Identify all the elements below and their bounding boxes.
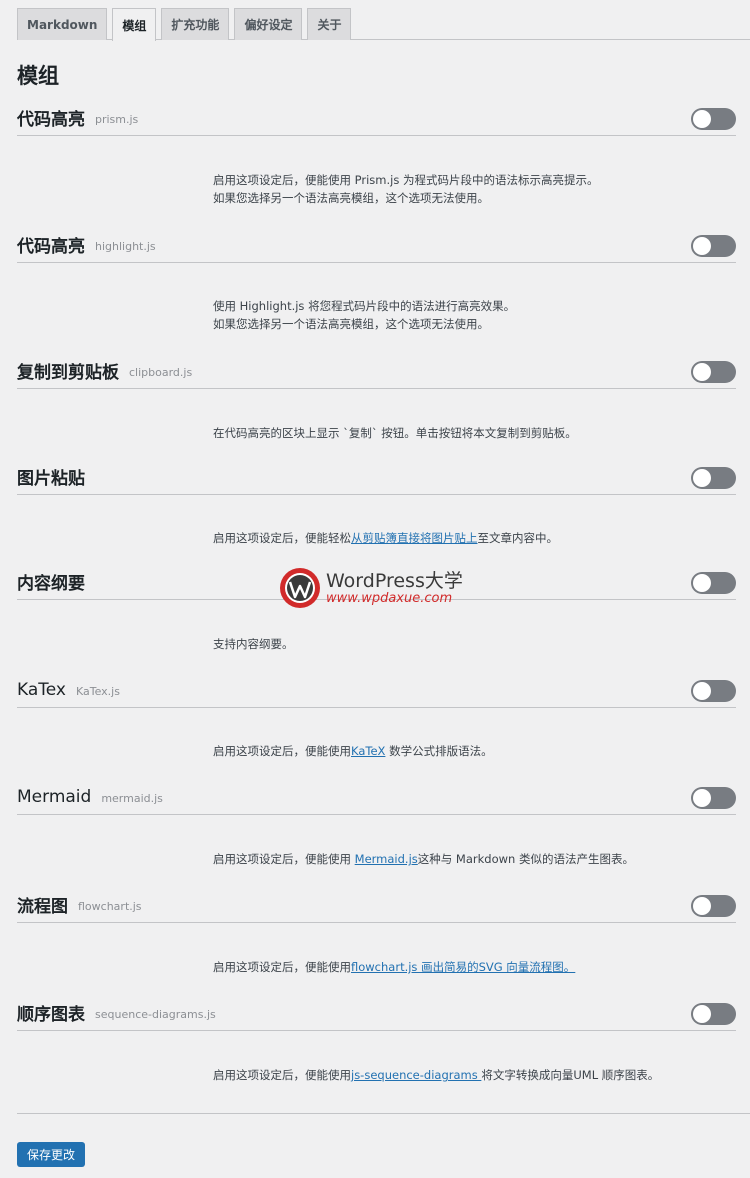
desc-text: 数学公式排版语法。 <box>385 744 493 758</box>
wordpress-logo-icon <box>280 568 320 608</box>
toggle-knob <box>693 237 711 255</box>
desc-link[interactable]: js-sequence-diagrams <box>351 1068 481 1082</box>
sequence-toggle[interactable] <box>691 1003 736 1025</box>
desc-text: 至文章内容中。 <box>477 531 559 545</box>
tab-modules[interactable]: 模组 <box>112 8 157 41</box>
toggle-knob <box>693 363 711 381</box>
desc-link[interactable]: flowchart.js 画出简易的SVG 向量流程图。 <box>351 960 575 974</box>
toggle-knob <box>693 1005 711 1023</box>
module-prism: 代码高亮 prism.js <box>17 100 736 136</box>
section-title: 代码高亮 <box>17 110 85 130</box>
section-header: 图片粘贴 <box>17 459 736 495</box>
section-subtitle: clipboard.js <box>129 366 193 379</box>
section-subtitle: highlight.js <box>95 240 156 253</box>
section-title: 流程图 <box>17 897 68 917</box>
section-title: 代码高亮 <box>17 237 85 257</box>
toggle-knob <box>693 789 711 807</box>
desc-text: 启用这项设定后，便能使用 <box>213 852 355 866</box>
section-header: 代码高亮 highlight.js <box>17 227 736 263</box>
module-sequence: 顺序图表 sequence-diagrams.js <box>17 995 736 1031</box>
module-description: 启用这项设定后，便能使用js-sequence-diagrams 将文字转换成向… <box>213 1066 736 1084</box>
module-katex: KaTex KaTex.js <box>17 672 736 708</box>
section-subtitle: sequence-diagrams.js <box>95 1008 216 1021</box>
desc-line: 在代码高亮的区块上显示 `复制` 按钮。单击按钮将本文复制到剪贴板。 <box>213 426 577 440</box>
module-description: 启用这项设定后，便能使用 Prism.js 为程式码片段中的语法标示高亮提示。 … <box>213 171 736 207</box>
desc-link[interactable]: Mermaid.js <box>355 852 418 866</box>
module-description: 支持内容纲要。 <box>213 635 736 653</box>
watermark-name: WordPress大学 <box>326 570 463 592</box>
module-description: 使用 Highlight.js 将您程式码片段中的语法进行高亮效果。 如果您选择… <box>213 297 736 333</box>
desc-line: 启用这项设定后，便能使用 Prism.js 为程式码片段中的语法标示高亮提示。 <box>213 173 599 187</box>
module-description: 启用这项设定后，便能轻松从剪贴簿直接将图片贴上至文章内容中。 <box>213 529 736 547</box>
section-header: 流程图 flowchart.js <box>17 887 736 923</box>
toggle-knob <box>693 110 711 128</box>
section-title: 图片粘贴 <box>17 469 85 489</box>
section-header: 复制到剪贴板 clipboard.js <box>17 353 736 389</box>
desc-text: 启用这项设定后，便能使用 <box>213 1068 351 1082</box>
section-title: 顺序图表 <box>17 1005 85 1025</box>
module-flowchart: 流程图 flowchart.js <box>17 887 736 923</box>
section-title: Mermaid <box>17 786 92 807</box>
section-subtitle: flowchart.js <box>78 900 142 913</box>
tab-markdown[interactable]: Markdown <box>17 8 108 40</box>
tab-about[interactable]: 关于 <box>307 8 352 40</box>
tab-preferences[interactable]: 偏好设定 <box>234 8 303 40</box>
desc-text: 将文字转换成向量UML 顺序图表。 <box>481 1068 660 1082</box>
toggle-knob <box>693 682 711 700</box>
desc-text: 启用这项设定后，便能使用 <box>213 744 351 758</box>
desc-text: 启用这项设定后，便能轻松 <box>213 531 351 545</box>
section-title: 复制到剪贴板 <box>17 363 119 383</box>
desc-text: 这种与 Markdown 类似的语法产生图表。 <box>417 852 634 866</box>
flowchart-toggle[interactable] <box>691 895 736 917</box>
module-highlight: 代码高亮 highlight.js <box>17 227 736 263</box>
toggle-knob <box>693 469 711 487</box>
mermaid-toggle[interactable] <box>691 787 736 809</box>
save-changes-button[interactable]: 保存更改 <box>17 1142 86 1167</box>
section-header: 顺序图表 sequence-diagrams.js <box>17 995 736 1031</box>
settings-tabs: Markdown 模组 扩充功能 偏好设定 关于 <box>17 8 750 41</box>
section-title: 内容纲要 <box>17 574 85 594</box>
section-subtitle: mermaid.js <box>101 792 163 805</box>
module-description: 启用这项设定后，便能使用flowchart.js 画出简易的SVG 向量流程图。 <box>213 958 736 976</box>
desc-line: 如果您选择另一个语法高亮模组，这个选项无法使用。 <box>213 191 489 205</box>
page-title: 模组 <box>17 64 59 88</box>
desc-line: 如果您选择另一个语法高亮模组，这个选项无法使用。 <box>213 317 489 331</box>
section-subtitle: prism.js <box>95 113 139 126</box>
desc-link[interactable]: KaTeX <box>351 744 385 758</box>
desc-line: 支持内容纲要。 <box>213 637 294 651</box>
section-header: Mermaid mermaid.js <box>17 779 736 815</box>
module-image-paste: 图片粘贴 <box>17 459 736 495</box>
desc-link[interactable]: 从剪贴簿直接将图片贴上 <box>351 531 478 545</box>
katex-toggle[interactable] <box>691 680 736 702</box>
tab-extensions[interactable]: 扩充功能 <box>161 8 230 40</box>
desc-text: 启用这项设定后，便能使用 <box>213 960 351 974</box>
divider <box>17 1113 750 1114</box>
prism-toggle[interactable] <box>691 108 736 130</box>
image-paste-toggle[interactable] <box>691 467 736 489</box>
toggle-knob <box>693 574 711 592</box>
toggle-knob <box>693 897 711 915</box>
module-description: 启用这项设定后，便能使用 Mermaid.js这种与 Markdown 类似的语… <box>213 850 736 868</box>
section-title: KaTex <box>17 679 66 700</box>
section-subtitle: KaTex.js <box>75 685 120 698</box>
desc-line: 使用 Highlight.js 将您程式码片段中的语法进行高亮效果。 <box>213 299 516 313</box>
section-header: 代码高亮 prism.js <box>17 100 736 136</box>
module-description: 在代码高亮的区块上显示 `复制` 按钮。单击按钮将本文复制到剪贴板。 <box>213 424 736 442</box>
module-description: 启用这项设定后，便能使用KaTeX 数学公式排版语法。 <box>213 742 736 760</box>
module-clipboard: 复制到剪贴板 clipboard.js <box>17 353 736 389</box>
section-header: KaTex KaTex.js <box>17 672 736 708</box>
toc-toggle[interactable] <box>691 572 736 594</box>
watermark-url: www.wpdaxue.com <box>326 591 453 606</box>
clipboard-toggle[interactable] <box>691 361 736 383</box>
watermark: WordPress大学 www.wpdaxue.com <box>278 566 478 612</box>
module-mermaid: Mermaid mermaid.js <box>17 779 736 815</box>
highlight-toggle[interactable] <box>691 235 736 257</box>
